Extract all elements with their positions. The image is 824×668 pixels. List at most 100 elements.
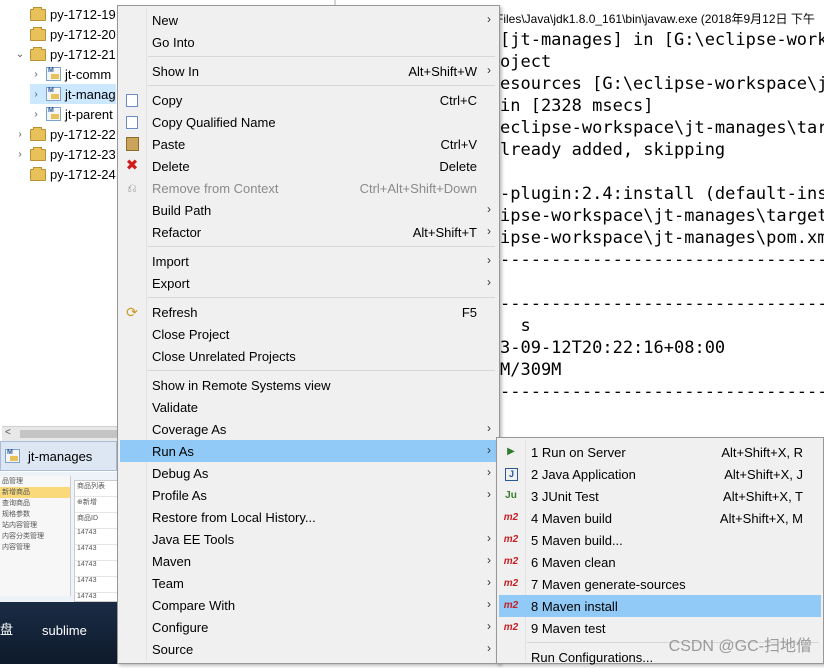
menu-item-label: Debug As bbox=[152, 466, 209, 481]
menu-item-show-in-remote-systems-view[interactable]: Show in Remote Systems view bbox=[120, 374, 497, 396]
menu-item-show-in[interactable]: Show In Alt+Shift+W › bbox=[120, 60, 497, 82]
tree-item[interactable]: › jt-parent bbox=[30, 104, 112, 124]
delete-icon: ✖ bbox=[125, 157, 139, 174]
menu-item-shortcut: F5 bbox=[461, 305, 477, 320]
run-as-item-8-maven-install[interactable]: m2 8 Maven install bbox=[499, 595, 821, 617]
bg-side-item: 查询商品 bbox=[2, 500, 30, 507]
run-as-item-7-maven-generate-sources[interactable]: m2 7 Maven generate-sources bbox=[499, 573, 821, 595]
run-as-item-3-junit-test[interactable]: Ju 3 JUnit Test Alt+Shift+X, T bbox=[499, 485, 821, 507]
menu-item-label: Copy Qualified Name bbox=[152, 115, 276, 130]
submenu-arrow-icon: › bbox=[487, 641, 491, 655]
menu-separator bbox=[148, 297, 495, 298]
menu-item-close-project[interactable]: Close Project bbox=[120, 323, 497, 345]
run-as-item-6-maven-clean[interactable]: m2 6 Maven clean bbox=[499, 551, 821, 573]
menu-item-compare-with[interactable]: Compare With › bbox=[120, 594, 497, 616]
working-set-folder-icon bbox=[30, 7, 46, 21]
menu-item-import[interactable]: Import › bbox=[120, 250, 497, 272]
maven-icon: m2 bbox=[503, 556, 519, 567]
run-as-item-5-maven-build[interactable]: m2 5 Maven build... bbox=[499, 529, 821, 551]
console-line: eclipse-workspace\jt-manages\targ bbox=[500, 118, 824, 138]
run-as-item-shortcut: Alt+Shift+X, T bbox=[723, 489, 803, 504]
submenu-arrow-icon: › bbox=[487, 487, 491, 501]
tree-item[interactable]: › jt-comm bbox=[30, 64, 111, 84]
scroll-thumb[interactable] bbox=[20, 430, 120, 438]
maven-icon: m2 bbox=[503, 578, 519, 589]
menu-item-label: Coverage As bbox=[152, 422, 227, 437]
menu-item-maven[interactable]: Maven › bbox=[120, 550, 497, 572]
menu-item-delete[interactable]: ✖ Delete Delete bbox=[120, 155, 497, 177]
tree-item[interactable]: py-1712-24 bbox=[14, 164, 116, 184]
console-line: in [2328 msecs] bbox=[500, 96, 654, 116]
chevron-right-icon[interactable]: › bbox=[14, 149, 26, 160]
console-line: -------------------------------- bbox=[500, 294, 824, 314]
taskbar-button-jt-manages[interactable]: jt-manages bbox=[0, 441, 117, 471]
menu-item-label: New bbox=[152, 13, 179, 28]
run-as-item-label: Run Configurations... bbox=[531, 650, 654, 665]
run-as-item-4-maven-build[interactable]: m2 4 Maven build Alt+Shift+X, M bbox=[499, 507, 821, 529]
bg-grid-row: 14743 bbox=[75, 577, 117, 593]
menu-item-java-ee-tools[interactable]: Java EE Tools › bbox=[120, 528, 497, 550]
menu-item-build-path[interactable]: Build Path › bbox=[120, 199, 497, 221]
menu-item-label: Close Unrelated Projects bbox=[152, 349, 296, 364]
menu-item-team[interactable]: Team › bbox=[120, 572, 497, 594]
menu-item-label: Refactor bbox=[152, 225, 202, 240]
bg-side-item: 站内容管理 bbox=[2, 522, 37, 529]
menu-item-label: Profile As bbox=[152, 488, 207, 503]
bg-side-item: 新增商品 bbox=[0, 487, 70, 498]
menu-item-configure[interactable]: Configure › bbox=[120, 616, 497, 638]
menu-item-profile-as[interactable]: Profile As › bbox=[120, 484, 497, 506]
menu-item-new[interactable]: New › bbox=[120, 9, 497, 31]
menu-item-restore-from-local-history[interactable]: Restore from Local History... bbox=[120, 506, 497, 528]
copy-icon bbox=[126, 94, 138, 107]
menu-item-run-as[interactable]: Run As › bbox=[120, 440, 497, 462]
chevron-right-icon[interactable]: › bbox=[30, 109, 42, 120]
tree-item-label: py-1712-21 bbox=[50, 46, 116, 62]
menu-item-source[interactable]: Source › bbox=[120, 638, 497, 660]
submenu-arrow-icon: › bbox=[487, 619, 491, 633]
menu-item-coverage-as[interactable]: Coverage As › bbox=[120, 418, 497, 440]
chevron-down-icon[interactable]: ⌄ bbox=[14, 49, 26, 60]
tree-item[interactable]: ⌄ py-1712-21 bbox=[14, 44, 116, 64]
menu-item-refactor[interactable]: Refactor Alt+Shift+T › bbox=[120, 221, 497, 243]
chevron-right-icon[interactable]: › bbox=[30, 69, 42, 80]
run-as-item-1-run-on-server[interactable]: ▶ 1 Run on Server Alt+Shift+X, R bbox=[499, 441, 821, 463]
tree-item[interactable]: › jt-manag bbox=[30, 84, 116, 104]
run-as-item-label: 8 Maven install bbox=[531, 599, 618, 614]
menu-item-label: Configure bbox=[152, 620, 209, 635]
run-as-item-2-java-application[interactable]: J 2 Java Application Alt+Shift+X, J bbox=[499, 463, 821, 485]
tree-item[interactable]: py-1712-20 bbox=[14, 24, 116, 44]
context-menu: New › Go Into Show In Alt+Shift+W › Copy Ctrl+C… bbox=[117, 5, 500, 664]
menu-item-validate[interactable]: Validate bbox=[120, 396, 497, 418]
tree-item-label: jt-comm bbox=[65, 66, 112, 82]
desktop-icon-label[interactable]: 盘 bbox=[0, 619, 13, 638]
submenu-arrow-icon: › bbox=[487, 253, 491, 267]
menu-item-remove-from-context: ⎌ Remove from Context Ctrl+Alt+Shift+Down bbox=[120, 177, 497, 199]
tree-item-label: py-1712-23 bbox=[50, 146, 116, 162]
run-as-item-label: 7 Maven generate-sources bbox=[531, 577, 686, 592]
chevron-right-icon[interactable]: › bbox=[14, 129, 26, 140]
chevron-right-icon[interactable]: › bbox=[30, 89, 42, 100]
background-app-grid: 商品列表 ⊕新增 商品ID 14743 14743 14743 14743 14… bbox=[74, 480, 117, 602]
menu-item-copy[interactable]: Copy Ctrl+C bbox=[120, 89, 497, 111]
menu-item-shortcut: Ctrl+C bbox=[439, 93, 477, 108]
maven-project-icon bbox=[46, 87, 61, 101]
menu-item-shortcut: Delete bbox=[439, 159, 477, 174]
console-line: esources [G:\eclipse-workspace\jt bbox=[500, 74, 824, 94]
menu-item-go-into[interactable]: Go Into bbox=[120, 31, 497, 53]
menu-item-shortcut: Alt+Shift+W bbox=[408, 64, 477, 79]
bg-grid-row: 14743 bbox=[75, 561, 117, 577]
java-icon: J bbox=[505, 468, 518, 481]
menu-item-paste[interactable]: Paste Ctrl+V bbox=[120, 133, 497, 155]
bg-grid-col: 商品ID bbox=[75, 513, 117, 529]
paste-icon bbox=[126, 137, 139, 151]
menu-item-debug-as[interactable]: Debug As › bbox=[120, 462, 497, 484]
menu-item-export[interactable]: Export › bbox=[120, 272, 497, 294]
menu-item-refresh[interactable]: ⟳ Refresh F5 bbox=[120, 301, 497, 323]
menu-item-close-unrelated-projects[interactable]: Close Unrelated Projects bbox=[120, 345, 497, 367]
desktop-icon-label-sublime[interactable]: sublime bbox=[42, 623, 87, 638]
scroll-left-icon[interactable]: < bbox=[5, 427, 11, 438]
tree-item[interactable]: py-1712-19 bbox=[14, 4, 116, 24]
menu-item-copy-qualified-name[interactable]: Copy Qualified Name bbox=[120, 111, 497, 133]
tree-item[interactable]: › py-1712-22 bbox=[14, 124, 115, 144]
tree-item[interactable]: › py-1712-23 bbox=[14, 144, 116, 164]
